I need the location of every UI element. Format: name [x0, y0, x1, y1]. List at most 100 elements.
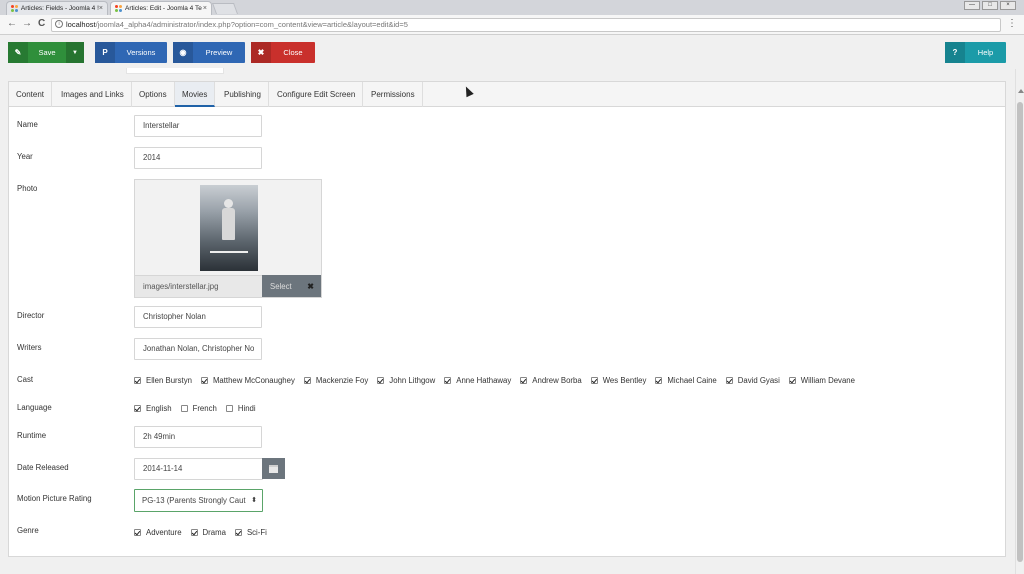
tab-publishing[interactable]: Publishing — [217, 82, 269, 107]
checkbox[interactable] — [444, 377, 452, 384]
save-dropdown-icon[interactable]: ▼ — [66, 42, 84, 63]
checkbox[interactable] — [725, 377, 733, 384]
checkbox[interactable] — [590, 377, 598, 384]
joomla-favicon-icon — [11, 5, 18, 12]
checkbox[interactable] — [134, 405, 141, 412]
checkbox[interactable] — [234, 529, 242, 536]
calendar-button[interactable] — [262, 458, 285, 479]
cast-option[interactable]: David Gyasi — [725, 376, 780, 385]
tab-configure-edit-screen[interactable]: Configure Edit Screen — [270, 82, 364, 107]
new-tab-button[interactable] — [211, 3, 239, 14]
tab-options[interactable]: Options — [132, 82, 175, 107]
browser-tab-title: Articles: Edit - Joomla 4 Te — [125, 5, 202, 12]
url-path: /joomla4_alpha4/administrator/index.php?… — [95, 20, 408, 29]
scroll-up-icon[interactable] — [1018, 89, 1024, 93]
checkbox[interactable] — [180, 405, 188, 412]
cast-option[interactable]: Wes Bentley — [590, 376, 647, 385]
cast-option-label: Wes Bentley — [602, 376, 647, 385]
tab-images-and-links[interactable]: Images and Links — [54, 82, 132, 107]
checkbox[interactable] — [377, 377, 385, 384]
cast-option[interactable]: John Lithgow — [377, 376, 435, 385]
url-host: localhost — [66, 20, 96, 29]
cast-option[interactable]: Michael Caine — [655, 376, 717, 385]
reload-icon[interactable]: C — [38, 18, 45, 30]
browser-tab-fields[interactable]: Articles: Fields - Joomla 4 ! × — [6, 1, 108, 15]
cast-option[interactable]: Matthew McConaughey — [200, 376, 295, 385]
cast-checkbox-group: Ellen Burstyn Matthew McConaughey Macken… — [134, 376, 864, 385]
cast-option[interactable]: William Devane — [788, 376, 855, 385]
genre-option[interactable]: Drama — [190, 528, 226, 537]
checkbox[interactable] — [655, 377, 663, 384]
checkbox[interactable] — [303, 377, 311, 384]
preview-button[interactable]: ◉ Preview — [173, 42, 245, 63]
preview-label: Preview — [205, 48, 233, 57]
checkbox[interactable] — [200, 377, 208, 384]
checkbox[interactable] — [520, 377, 528, 384]
director-input[interactable]: Christopher Nolan — [134, 306, 262, 328]
article-edit-panel: Content Images and Links Options Movies … — [8, 81, 1006, 557]
info-icon[interactable]: i — [55, 20, 63, 28]
minimize-icon[interactable]: — — [964, 1, 980, 10]
browser-tab-close-icon[interactable]: × — [203, 5, 207, 12]
cast-option-label: David Gyasi — [737, 376, 780, 385]
url-input[interactable]: i localhost/joomla4_alpha4/administrator/… — [51, 18, 1001, 32]
tab-permissions[interactable]: Permissions — [364, 82, 423, 107]
window-close-icon[interactable]: × — [1000, 1, 1016, 10]
rating-label: Motion Picture Rating — [17, 494, 92, 503]
cast-option[interactable]: Andrew Borba — [520, 376, 582, 385]
cast-option-label: Ellen Burstyn — [146, 376, 192, 385]
versions-button[interactable]: P Versions — [95, 42, 167, 63]
browser-tab-close-icon[interactable]: × — [99, 5, 103, 12]
checkbox[interactable] — [225, 405, 233, 412]
runtime-input[interactable]: 2h 49min — [134, 426, 262, 448]
close-button[interactable]: ✖ Close — [251, 42, 315, 63]
scrollbar-thumb[interactable] — [1017, 102, 1023, 562]
tab-content[interactable]: Content — [9, 82, 53, 107]
rating-select[interactable]: PG-13 (Parents Strongly Caut ⬍ — [134, 489, 263, 512]
cast-option-label: Andrew Borba — [532, 376, 582, 385]
name-input[interactable]: Interstellar — [134, 115, 262, 137]
genre-option[interactable]: Sci-Fi — [234, 528, 267, 537]
maximize-icon[interactable]: □ — [982, 1, 998, 10]
language-option[interactable]: English — [134, 404, 172, 413]
year-label: Year — [17, 152, 33, 161]
checkbox[interactable] — [134, 377, 141, 384]
browser-tab-title: Articles: Fields - Joomla 4 ! — [20, 5, 99, 12]
photo-select-button[interactable]: Select ✖ — [262, 275, 321, 297]
date-released-input[interactable]: 2014-11-14 — [134, 458, 263, 480]
browser-tab-edit[interactable]: Articles: Edit - Joomla 4 Te × — [110, 1, 212, 15]
save-button[interactable]: ✎ Save ▼ — [8, 42, 84, 63]
genre-label: Genre — [17, 526, 39, 535]
photo-path-input[interactable]: images/interstellar.jpg — [135, 275, 262, 297]
genre-option[interactable]: Adventure — [134, 528, 182, 537]
page-scrollbar[interactable] — [1015, 69, 1024, 574]
versions-icon: P — [95, 42, 115, 63]
cast-option-label: Matthew McConaughey — [212, 376, 295, 385]
genre-option-label: Adventure — [146, 528, 182, 537]
forward-icon[interactable]: → — [22, 18, 32, 30]
back-icon[interactable]: ← — [7, 18, 17, 30]
language-option[interactable]: Hindi — [225, 404, 256, 413]
close-icon: ✖ — [251, 42, 271, 63]
cast-option[interactable]: Anne Hathaway — [444, 376, 511, 385]
help-button[interactable]: ? Help — [945, 42, 1006, 63]
language-option[interactable]: French — [180, 404, 217, 413]
writers-input[interactable]: Jonathan Nolan, Christopher No — [134, 338, 262, 360]
tab-movies[interactable]: Movies — [175, 82, 216, 107]
year-input[interactable]: 2014 — [134, 147, 262, 169]
clear-icon[interactable]: ✖ — [307, 282, 314, 291]
cast-option[interactable]: Ellen Burstyn — [134, 376, 192, 385]
director-label: Director — [17, 311, 45, 320]
checkbox[interactable] — [190, 529, 198, 536]
name-label: Name — [17, 120, 38, 129]
photo-media-field: images/interstellar.jpg Select ✖ — [134, 179, 322, 298]
checkbox[interactable] — [134, 529, 141, 536]
browser-menu-icon[interactable]: ⋮ — [1007, 19, 1017, 29]
language-option-label: Hindi — [237, 404, 256, 413]
cast-option[interactable]: Mackenzie Foy — [303, 376, 368, 385]
astronaut-figure — [220, 199, 236, 245]
cast-option-label: William Devane — [800, 376, 855, 385]
checkbox[interactable] — [788, 377, 796, 384]
edit-icon: ✎ — [8, 42, 28, 63]
address-bar: ← → C i localhost/joomla4_alpha4/administ… — [0, 15, 1024, 35]
